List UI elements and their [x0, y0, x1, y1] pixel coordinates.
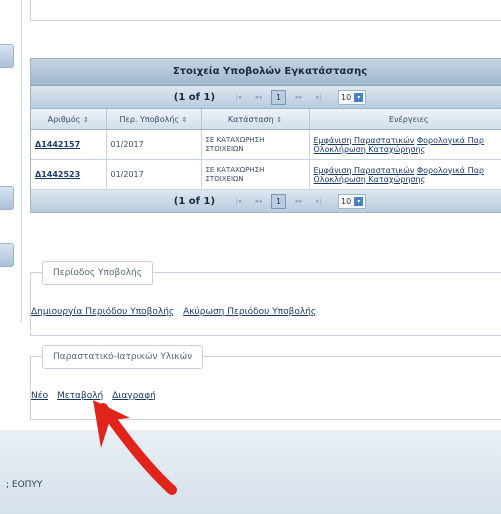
last-page-icon[interactable]: ▸|: [312, 91, 326, 103]
sort-icon: ⇕: [181, 115, 188, 124]
new-link[interactable]: Νέο: [31, 391, 48, 401]
actions-cell: Εμφάνιση Παραστατικών Φορολογικά Παρ Ολο…: [309, 129, 501, 160]
column-header-label: Περ. Υποβολής: [119, 114, 180, 124]
create-period-link[interactable]: Δημιουργία Περιόδου Υποβολής: [31, 307, 174, 317]
edit-link[interactable]: Μεταβολή: [57, 391, 103, 401]
show-documents-link[interactable]: Εμφάνιση Παραστατικών: [314, 166, 415, 175]
side-tab[interactable]: [0, 243, 14, 267]
id-cell: Δ1442157: [31, 129, 107, 160]
submission-id-link[interactable]: Δ1442157: [35, 140, 80, 149]
column-header[interactable]: Αριθμός ⇕: [31, 109, 107, 130]
tax-documents-link[interactable]: Φορολογικά Παρ: [417, 166, 484, 175]
delete-link[interactable]: Διαγραφή: [112, 391, 156, 401]
page-number[interactable]: 1: [271, 193, 287, 209]
column-header[interactable]: Κατάσταση ⇕: [201, 109, 310, 130]
side-tab[interactable]: [0, 186, 14, 210]
dropdown-arrow-icon: ▾: [354, 196, 364, 206]
last-page-icon[interactable]: ▸|: [312, 195, 326, 207]
data-grid: Αριθμός ⇕ Περ. Υποβολής ⇕ Κατάσταση ⇕ Εν…: [31, 109, 501, 190]
dropdown-arrow-icon: ▾: [354, 92, 364, 102]
rows-per-page-select[interactable]: 10 ▾: [338, 193, 367, 209]
submission-period-links: Δημιουργία Περιόδου Υποβολής Ακύρωση Περ…: [31, 307, 322, 317]
column-header-label: Ενέργειες: [388, 114, 429, 124]
period-cell: 01/2017: [106, 159, 202, 190]
status-cell: ΣΕ ΚΑΤΑΧΩΡΗΣΗ ΣΤΟΙΧΕΙΩΝ: [201, 159, 310, 190]
show-documents-link[interactable]: Εμφάνιση Παραστατικών: [314, 136, 415, 145]
prev-page-icon[interactable]: ◂◂: [251, 91, 265, 103]
footer-bar: ; ΕΟΠΥΥ: [0, 430, 501, 514]
cancel-period-link[interactable]: Ακύρωση Περιόδου Υποβολής: [183, 307, 316, 317]
status-cell: ΣΕ ΚΑΤΑΧΩΡΗΣΗ ΣΤΟΙΧΕΙΩΝ: [201, 129, 310, 160]
period-cell: 01/2017: [106, 129, 202, 160]
column-header-label: Αριθμός: [47, 114, 81, 124]
rows-per-page-value: 10: [341, 92, 352, 102]
column-header[interactable]: Περ. Υποβολής ⇕: [106, 109, 202, 130]
page-report: (1 of 1): [173, 195, 216, 207]
first-page-icon[interactable]: |◂: [231, 195, 245, 207]
submission-id-link[interactable]: Δ1442523: [35, 170, 80, 179]
tax-documents-link[interactable]: Φορολογικά Παρ: [417, 136, 484, 145]
complete-entry-link[interactable]: Ολοκλήρωση Καταχώρησης: [314, 175, 426, 184]
page-number[interactable]: 1: [271, 89, 287, 105]
footer-text: ; ΕΟΠΥΥ: [6, 480, 43, 490]
table-row: Δ1442157 01/2017 ΣΕ ΚΑΤΑΧΩΡΗΣΗ ΣΤΟΙΧΕΙΩΝ…: [31, 129, 501, 160]
column-header: Ενέργειες: [309, 109, 501, 130]
first-page-icon[interactable]: |◂: [231, 91, 245, 103]
next-page-icon[interactable]: ▸▸: [292, 91, 306, 103]
sort-icon: ⇕: [83, 115, 89, 124]
actions-cell: Εμφάνιση Παραστατικών Φορολογικά Παρ Ολο…: [309, 159, 501, 190]
side-tab[interactable]: [0, 44, 14, 68]
documents-legend: Παραστατικό-Ιατρικών Υλικών: [42, 345, 204, 369]
paginator-top: (1 of 1) |◂ ◂◂ 1 ▸▸ ▸| 10 ▾: [31, 86, 501, 109]
rows-per-page-select[interactable]: 10 ▾: [338, 89, 367, 105]
submission-period-legend: Περίοδος Υποβολής: [42, 261, 154, 285]
top-panel: [30, 0, 501, 21]
documents-fieldset: Παραστατικό-Ιατρικών Υλικών Νέο Μεταβολή…: [30, 345, 501, 420]
table-title: Στοιχεία Υποβολών Εγκατάστασης: [31, 59, 501, 86]
submissions-table: Στοιχεία Υποβολών Εγκατάστασης (1 of 1) …: [30, 58, 501, 213]
submission-period-fieldset: Περίοδος Υποβολής Δημιουργία Περιόδου Υπ…: [30, 261, 501, 336]
paginator-bottom: (1 of 1) |◂ ◂◂ 1 ▸▸ ▸| 10 ▾: [31, 190, 501, 212]
id-cell: Δ1442523: [31, 159, 107, 190]
column-header-label: Κατάσταση: [227, 114, 274, 124]
next-page-icon[interactable]: ▸▸: [292, 195, 306, 207]
table-row: Δ1442523 01/2017 ΣΕ ΚΑΤΑΧΩΡΗΣΗ ΣΤΟΙΧΕΙΩΝ…: [31, 159, 501, 190]
rows-per-page-value: 10: [341, 196, 352, 206]
documents-links: Νέο Μεταβολή Διαγραφή: [31, 391, 162, 401]
sort-icon: ⇕: [276, 115, 283, 124]
prev-page-icon[interactable]: ◂◂: [251, 195, 265, 207]
complete-entry-link[interactable]: Ολοκλήρωση Καταχώρησης: [314, 145, 426, 154]
header-row: Αριθμός ⇕ Περ. Υποβολής ⇕ Κατάσταση ⇕ Εν…: [31, 109, 501, 130]
page-report: (1 of 1): [173, 91, 216, 103]
